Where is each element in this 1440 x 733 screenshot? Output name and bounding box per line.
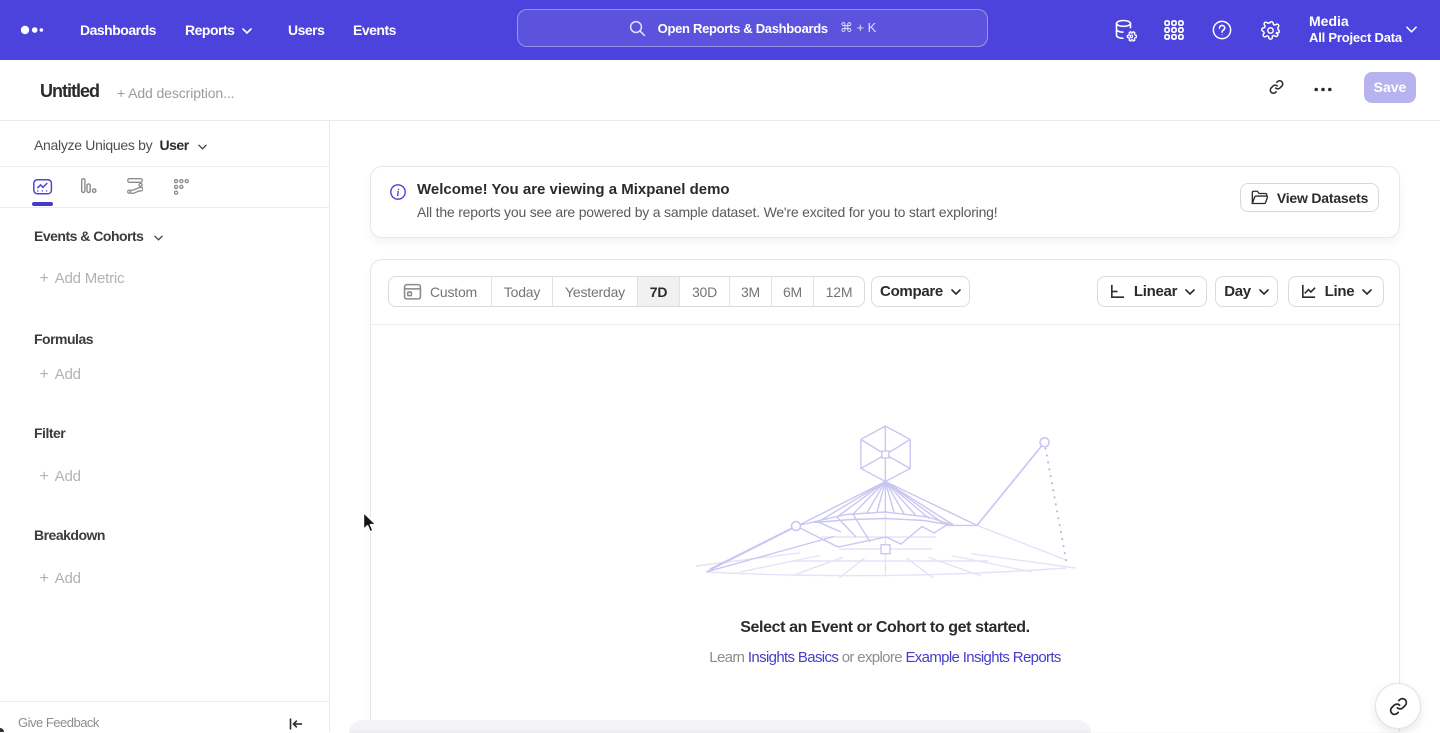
svg-text:i: i [397, 188, 400, 199]
